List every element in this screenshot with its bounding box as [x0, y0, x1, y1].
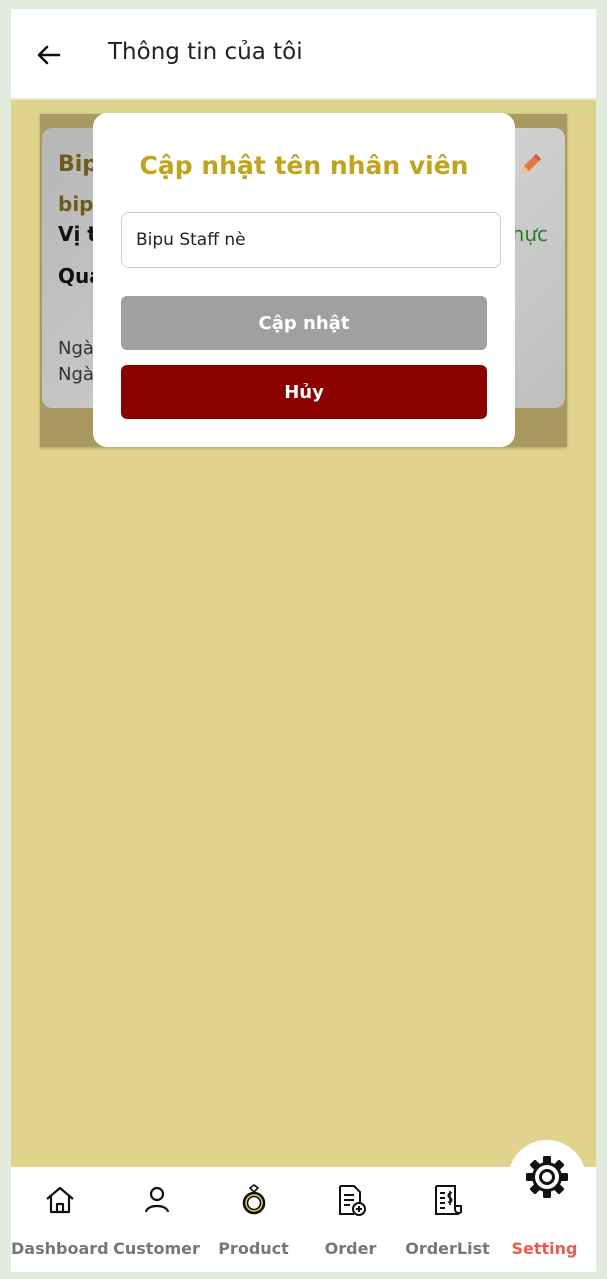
nav-label-customer: Customer [113, 1239, 200, 1258]
update-name-modal: Cập nhật tên nhân viên Cập nhật Hủy [93, 113, 515, 447]
staff-username: bip [58, 192, 94, 216]
cancel-button[interactable]: Hủy [121, 365, 487, 419]
header: Thông tin của tôi [11, 9, 596, 100]
nav-item-product[interactable]: Product [205, 1167, 302, 1272]
nav-item-order[interactable]: Order [302, 1167, 399, 1272]
pencil-icon[interactable] [515, 150, 545, 180]
staff-role: Vị t [58, 222, 97, 246]
home-icon [46, 1186, 74, 1214]
nav-item-dashboard[interactable]: Dashboard [11, 1167, 109, 1272]
staff-status: hực [511, 222, 548, 246]
ring-icon [242, 1184, 266, 1215]
nav-item-orderlist[interactable]: OrderList [399, 1167, 496, 1272]
staff-date-1: Ngà [58, 338, 94, 359]
update-button[interactable]: Cập nhật [121, 296, 487, 350]
nav-label-dashboard: Dashboard [11, 1239, 109, 1258]
app-frame: Thông tin của tôi Bip bip Vị t hực Quả N… [11, 9, 596, 1272]
nav-label-setting: Setting [511, 1239, 578, 1258]
receipt-icon [435, 1185, 462, 1215]
nav-label-product: Product [218, 1239, 289, 1258]
nav-label-order: Order [324, 1239, 377, 1258]
nav-label-orderlist: OrderList [405, 1239, 490, 1258]
page-title: Thông tin của tôi [108, 39, 303, 65]
nav-item-customer[interactable]: Customer [108, 1167, 205, 1272]
arrow-left-icon[interactable] [33, 39, 65, 71]
setting-active-bubble[interactable] [508, 1140, 586, 1218]
staff-date-2: Ngà [58, 364, 94, 385]
user-icon [144, 1186, 170, 1213]
gear-icon [526, 1156, 568, 1198]
order-add-icon [339, 1185, 366, 1216]
staff-name-input[interactable] [121, 212, 501, 268]
modal-title: Cập nhật tên nhân viên [139, 151, 469, 180]
